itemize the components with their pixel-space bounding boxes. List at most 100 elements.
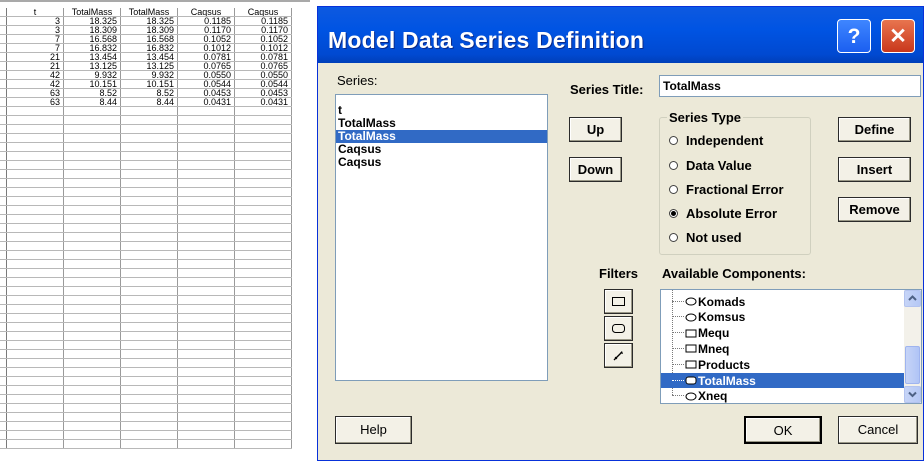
table-cell[interactable] <box>177 295 235 305</box>
table-cell[interactable]: 0.1012 <box>177 43 235 53</box>
table-cell[interactable]: 18.325 <box>63 16 121 26</box>
table-cell[interactable] <box>63 268 121 278</box>
table-cell[interactable] <box>177 430 235 440</box>
table-cell[interactable] <box>234 232 292 242</box>
table-cell[interactable] <box>120 277 178 287</box>
table-cell[interactable] <box>63 376 121 386</box>
table-cell[interactable] <box>63 421 121 431</box>
table-cell[interactable] <box>120 421 178 431</box>
table-cell[interactable] <box>120 160 178 170</box>
table-cell[interactable] <box>6 187 64 197</box>
table-cell[interactable]: 21 <box>6 61 64 71</box>
table-cell[interactable]: 3 <box>6 25 64 35</box>
table-cell[interactable]: 16.832 <box>63 43 121 53</box>
table-cell[interactable]: 18.309 <box>120 25 178 35</box>
radio-button-icon[interactable] <box>669 184 678 194</box>
table-cell[interactable] <box>120 331 178 341</box>
table-cell[interactable]: 0.1012 <box>234 43 292 53</box>
radio-independent[interactable]: Independent <box>669 132 763 148</box>
series-title-input[interactable]: TotalMass <box>659 75 921 97</box>
table-cell[interactable] <box>234 106 292 116</box>
table-cell[interactable] <box>120 358 178 368</box>
table-cell[interactable] <box>120 376 178 386</box>
table-cell[interactable] <box>63 232 121 242</box>
help-button[interactable]: Help <box>335 416 412 444</box>
table-cell[interactable] <box>63 205 121 215</box>
table-cell[interactable] <box>234 322 292 332</box>
table-cell[interactable]: 8.52 <box>120 88 178 98</box>
table-cell[interactable] <box>234 412 292 422</box>
component-tree-item[interactable]: Xneq <box>661 389 904 403</box>
table-cell[interactable] <box>177 340 235 350</box>
table-cell[interactable] <box>63 106 121 116</box>
table-cell[interactable]: 0.0781 <box>177 52 235 62</box>
help-icon[interactable]: ? <box>837 19 871 53</box>
radio-data-value[interactable]: Data Value <box>669 157 752 173</box>
table-cell[interactable] <box>63 322 121 332</box>
component-tree-item[interactable]: Komsus <box>661 310 904 325</box>
table-cell[interactable] <box>63 142 121 152</box>
scroll-thumb[interactable] <box>905 346 920 384</box>
table-cell[interactable] <box>63 214 121 224</box>
table-cell[interactable]: 63 <box>6 97 64 107</box>
table-cell[interactable] <box>234 142 292 152</box>
table-cell[interactable] <box>6 313 64 323</box>
table-cell[interactable] <box>63 223 121 233</box>
table-cell[interactable]: 18.325 <box>120 16 178 26</box>
table-cell[interactable] <box>63 394 121 404</box>
table-cell[interactable] <box>234 169 292 179</box>
table-cell[interactable] <box>6 430 64 440</box>
table-cell[interactable] <box>6 331 64 341</box>
table-cell[interactable] <box>120 232 178 242</box>
table-cell[interactable]: 10.151 <box>63 79 121 89</box>
table-cell[interactable] <box>234 223 292 233</box>
table-cell[interactable] <box>177 142 235 152</box>
table-cell[interactable] <box>177 259 235 269</box>
table-cell[interactable] <box>63 133 121 143</box>
table-cell[interactable] <box>234 304 292 314</box>
table-cell[interactable] <box>177 277 235 287</box>
table-cell[interactable] <box>6 259 64 269</box>
column-header[interactable]: TotalMass <box>120 8 178 17</box>
table-cell[interactable] <box>234 340 292 350</box>
table-cell[interactable] <box>6 322 64 332</box>
table-cell[interactable] <box>120 142 178 152</box>
table-cell[interactable] <box>234 115 292 125</box>
table-cell[interactable] <box>120 259 178 269</box>
table-cell[interactable] <box>63 304 121 314</box>
table-cell[interactable] <box>63 169 121 179</box>
table-cell[interactable] <box>177 187 235 197</box>
table-cell[interactable] <box>63 196 121 206</box>
component-tree-item[interactable]: Mneq <box>661 341 904 356</box>
column-header[interactable]: Caqsus <box>177 8 235 17</box>
table-cell[interactable] <box>6 196 64 206</box>
column-header[interactable]: Caqsus <box>234 8 292 17</box>
table-cell[interactable] <box>6 214 64 224</box>
table-cell[interactable]: 10.151 <box>120 79 178 89</box>
table-cell[interactable] <box>120 223 178 233</box>
cancel-button[interactable]: Cancel <box>838 416 918 444</box>
table-cell[interactable] <box>6 358 64 368</box>
table-cell[interactable]: 7 <box>6 43 64 53</box>
table-cell[interactable] <box>177 412 235 422</box>
table-cell[interactable] <box>120 385 178 395</box>
table-cell[interactable] <box>177 304 235 314</box>
table-cell[interactable] <box>120 205 178 215</box>
column-header[interactable]: TotalMass <box>63 8 121 17</box>
rectangle-filter-icon[interactable] <box>604 289 633 314</box>
table-cell[interactable]: 0.1185 <box>234 16 292 26</box>
table-cell[interactable] <box>6 286 64 296</box>
table-cell[interactable]: 18.309 <box>63 25 121 35</box>
table-cell[interactable] <box>177 421 235 431</box>
radio-button-icon[interactable] <box>669 135 678 145</box>
table-cell[interactable] <box>6 421 64 431</box>
table-cell[interactable] <box>120 295 178 305</box>
table-cell[interactable] <box>234 439 292 449</box>
table-cell[interactable]: 0.0765 <box>177 61 235 71</box>
table-cell[interactable]: 8.44 <box>120 97 178 107</box>
table-cell[interactable] <box>6 385 64 395</box>
table-cell[interactable] <box>177 196 235 206</box>
table-cell[interactable] <box>6 142 64 152</box>
table-cell[interactable] <box>6 439 64 449</box>
table-cell[interactable]: 13.454 <box>63 52 121 62</box>
